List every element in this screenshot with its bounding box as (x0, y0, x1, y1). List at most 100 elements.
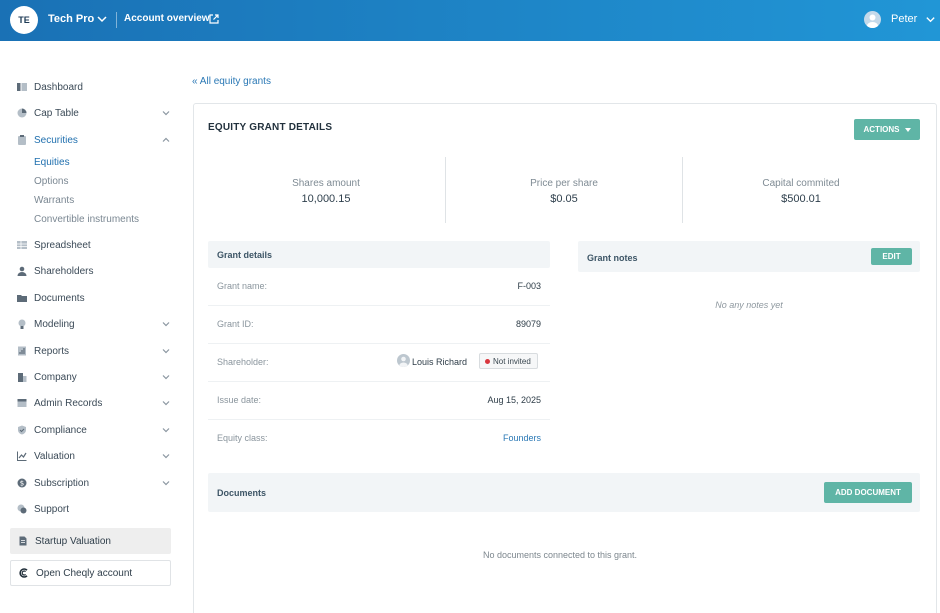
stat-shares-amount: Shares amount 10,000.15 (208, 178, 444, 205)
top-bar: TE Tech Pro Account overview Peter (0, 0, 940, 41)
stat-value: $0.05 (550, 193, 578, 205)
chevron-down-icon[interactable] (161, 346, 171, 356)
chevron-down-icon[interactable] (96, 13, 108, 25)
chart-icon (17, 451, 27, 461)
grant-row-name: Grant name: F-003 (208, 268, 550, 306)
actions-button[interactable]: ACTIONS (854, 119, 920, 140)
double-chevron-left-icon: « (192, 76, 198, 87)
sidebar-item-subscription[interactable]: $ Subscription (17, 475, 177, 491)
equity-class-link[interactable]: Founders (503, 433, 541, 443)
grant-row-shareholder: Shareholder: Louis Richard Not invited (208, 344, 550, 382)
external-link-icon[interactable] (209, 14, 219, 24)
chevron-up-icon[interactable] (161, 135, 171, 145)
startup-valuation-label: Startup Valuation (35, 535, 111, 547)
stat-label: Capital commited (762, 178, 840, 189)
sidebar-item-label: Documents (34, 292, 85, 304)
sidebar-item-valuation[interactable]: Valuation (17, 448, 177, 464)
back-to-equity-grants-link[interactable]: « All equity grants (192, 76, 271, 87)
org-avatar[interactable]: TE (10, 6, 38, 34)
stat-capital-committed: Capital commited $500.01 (683, 178, 919, 205)
row-key: Grant ID: (217, 319, 254, 329)
dashboard-icon (17, 83, 27, 91)
chevron-down-icon[interactable] (161, 451, 171, 461)
sidebar-subitem-convertible-instruments[interactable]: Convertible instruments (34, 214, 139, 225)
status-badge-label: Not invited (493, 356, 531, 366)
edit-notes-button[interactable]: EDIT (871, 248, 912, 265)
grant-row-issue-date: Issue date: Aug 15, 2025 (208, 382, 550, 420)
row-key: Grant name: (217, 281, 268, 291)
chevron-down-icon[interactable] (161, 398, 171, 408)
sidebar-item-shareholders[interactable]: Shareholders (17, 263, 177, 279)
sidebar-item-company[interactable]: Company (17, 369, 177, 385)
sidebar-subitem-warrants[interactable]: Warrants (34, 195, 74, 206)
sidebar-item-cap-table[interactable]: Cap Table (17, 105, 177, 121)
chevron-down-icon[interactable] (161, 425, 171, 435)
sidebar: Dashboard Cap Table Securities Equities … (0, 41, 185, 613)
caret-down-icon (904, 127, 911, 132)
bulb-icon (18, 319, 26, 329)
stat-value: $500.01 (781, 193, 821, 205)
org-name[interactable]: Tech Pro (48, 13, 94, 25)
sidebar-item-modeling[interactable]: Modeling (17, 316, 177, 332)
shareholder-name-link[interactable]: Louis Richard (412, 357, 467, 367)
shield-icon (18, 425, 26, 435)
sidebar-item-label: Company (34, 371, 77, 383)
sidebar-item-label: Dashboard (34, 81, 83, 93)
sidebar-item-label: Securities (34, 134, 78, 146)
row-key: Equity class: (217, 433, 268, 443)
sidebar-item-label: Subscription (34, 477, 90, 489)
grant-notes-title: Grant notes (587, 253, 638, 263)
sidebar-item-spreadsheet[interactable]: Spreadsheet (17, 237, 177, 253)
sidebar-item-label: Shareholders (34, 265, 94, 277)
sidebar-item-dashboard[interactable]: Dashboard (17, 79, 177, 95)
building-icon (18, 373, 27, 382)
shareholder-avatar[interactable] (397, 354, 410, 367)
sidebar-subitem-equities[interactable]: Equities (34, 157, 70, 168)
actions-label: ACTIONS (863, 125, 900, 134)
records-icon (17, 399, 27, 407)
documents-title: Documents (217, 488, 267, 498)
folder-icon (17, 295, 27, 302)
sidebar-item-label: Compliance (34, 424, 87, 436)
row-key: Shareholder: (217, 357, 269, 367)
sidebar-item-reports[interactable]: Reports (17, 343, 177, 359)
sidebar-item-documents[interactable]: Documents (17, 290, 177, 306)
chevron-down-icon[interactable] (161, 372, 171, 382)
open-cheqly-account-button[interactable]: Open Cheqly account (10, 560, 171, 586)
chevron-down-icon[interactable] (161, 108, 171, 118)
status-dot-icon (485, 358, 490, 364)
row-value: F-003 (517, 281, 541, 291)
sidebar-item-compliance[interactable]: Compliance (17, 422, 177, 438)
grid-icon (17, 241, 27, 249)
account-overview-link[interactable]: Account overview (124, 13, 210, 24)
row-key: Issue date: (217, 395, 262, 405)
row-value: Aug 15, 2025 (487, 395, 541, 405)
documents-empty-state: No documents connected to this grant. (482, 550, 638, 560)
chevron-down-icon[interactable] (161, 319, 171, 329)
header-divider (116, 12, 117, 28)
user-name[interactable]: Peter (891, 13, 917, 25)
sidebar-item-label: Spreadsheet (34, 239, 91, 251)
pie-chart-icon (17, 108, 27, 118)
user-avatar[interactable] (864, 11, 881, 28)
coin-icon: $ (17, 478, 27, 488)
report-icon (18, 346, 26, 356)
support-icon (17, 504, 27, 514)
sidebar-item-label: Reports (34, 345, 70, 357)
sidebar-item-admin-records[interactable]: Admin Records (17, 395, 177, 411)
chevron-down-icon[interactable] (925, 14, 936, 25)
open-cheqly-account-label: Open Cheqly account (36, 567, 133, 579)
sidebar-subitem-options[interactable]: Options (34, 176, 68, 187)
add-document-button[interactable]: ADD DOCUMENT (824, 482, 912, 503)
stat-value: 10,000.15 (301, 193, 351, 205)
sidebar-item-label: Modeling (34, 318, 75, 330)
notes-empty-state: No any notes yet (715, 300, 783, 310)
sidebar-item-securities[interactable]: Securities (17, 132, 177, 148)
sidebar-item-support[interactable]: Support (17, 501, 177, 517)
svg-text:$: $ (20, 480, 24, 488)
clipboard-icon (18, 135, 26, 145)
chevron-down-icon[interactable] (161, 478, 171, 488)
startup-valuation-button[interactable]: Startup Valuation (10, 528, 171, 554)
sidebar-item-label: Cap Table (34, 107, 79, 119)
sidebar-item-label: Valuation (34, 450, 75, 462)
